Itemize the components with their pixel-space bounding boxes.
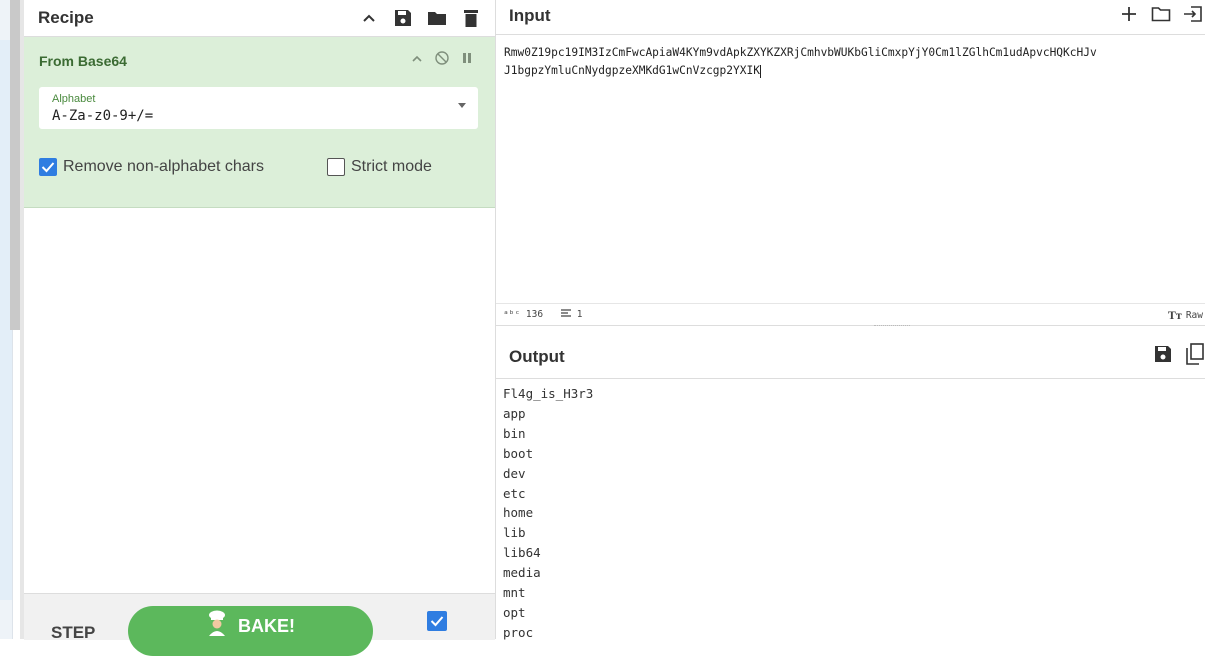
open-folder-icon[interactable] — [1151, 4, 1171, 24]
disable-icon[interactable] — [435, 51, 449, 70]
left-panel-edge — [0, 0, 20, 639]
char-count: ᵃᵇᶜ 136 — [503, 309, 544, 320]
output-header: Output — [496, 336, 1205, 379]
output-title: Output — [509, 347, 565, 366]
recipe-header: Recipe — [24, 0, 495, 37]
output-line: bin — [503, 425, 526, 441]
output-line: etc — [503, 485, 526, 501]
alphabet-label: Alphabet — [52, 93, 96, 105]
save-recipe-icon[interactable] — [393, 8, 413, 28]
chevron-up-icon[interactable] — [359, 8, 379, 28]
output-textarea[interactable]: Fl4g_is_H3r3 app bin boot dev etc home l… — [503, 384, 593, 643]
step-button[interactable]: STEP — [51, 623, 95, 643]
bake-bar: STEP BAKE! — [24, 593, 495, 656]
remove-non-alphabet-label: Remove non-alphabet chars — [63, 158, 265, 175]
operation-from-base64[interactable]: From Base64 Alphabet A-Za-z0-9+/= Remove… — [24, 37, 495, 208]
bake-label: BAKE! — [238, 616, 295, 636]
load-recipe-folder-icon[interactable] — [427, 8, 447, 28]
output-line: media — [503, 565, 541, 581]
recipe-panel: Recipe From Base64 Alphabet A-Za-z0-9+/=… — [24, 0, 496, 656]
format-label[interactable]: Raw — [1186, 310, 1203, 321]
sign-in-icon[interactable] — [1183, 4, 1203, 24]
auto-bake-checkbox[interactable] — [427, 611, 447, 631]
recipe-title: Recipe — [38, 8, 94, 27]
output-line: Fl4g_is_H3r3 — [503, 386, 594, 401]
clear-recipe-trash-icon[interactable] — [461, 8, 481, 28]
strict-mode-checkbox[interactable] — [327, 158, 345, 176]
input-textarea[interactable]: Rmw0Z19pc19IM3IzCmFwcApiaW4KYm9vdApkZXYK… — [504, 44, 1204, 80]
plus-icon[interactable] — [1119, 4, 1139, 24]
io-panel: Input Rmw0Z19pc19IM3IzCmFwcApiaW4KYm9vdA… — [496, 0, 1205, 640]
chef-icon — [209, 610, 225, 636]
input-line: J1bgpzYmluCnNydgpzeXMKdG1wCnVzcgp2YXIK — [504, 64, 761, 78]
copy-icon[interactable] — [1185, 343, 1205, 365]
output-line: dev — [503, 465, 526, 481]
output-line: lib — [503, 525, 526, 541]
input-title: Input — [509, 6, 551, 25]
output-line: lib64 — [503, 545, 541, 561]
resize-grip[interactable] — [874, 325, 910, 329]
input-status-bar: ᵃᵇᶜ 136 1 Tт Raw — [496, 303, 1205, 326]
input-header: Input — [496, 0, 1205, 35]
line-count: 1 — [561, 309, 583, 320]
operation-title: From Base64 — [39, 53, 127, 69]
output-line: opt — [503, 604, 526, 620]
remove-non-alphabet-option[interactable]: Remove non-alphabet chars — [39, 158, 264, 176]
chevron-up-icon[interactable] — [411, 51, 423, 70]
left-scrollbar[interactable] — [10, 0, 20, 330]
output-line: boot — [503, 445, 534, 461]
alphabet-select[interactable]: Alphabet A-Za-z0-9+/= — [39, 87, 478, 129]
output-line: app — [503, 405, 526, 421]
text-format-icon[interactable]: Tт — [1168, 308, 1182, 323]
io-divider[interactable] — [496, 325, 1205, 326]
output-line: proc — [503, 624, 534, 640]
bake-button[interactable]: BAKE! — [128, 606, 373, 656]
strict-mode-label: Strict mode — [351, 158, 432, 175]
alphabet-value: A-Za-z0-9+/= — [52, 108, 154, 124]
save-output-icon[interactable] — [1153, 344, 1173, 364]
input-line: Rmw0Z19pc19IM3IzCmFwcApiaW4KYm9vdApkZXYK… — [504, 46, 1097, 59]
pause-icon[interactable] — [461, 51, 473, 70]
lines-icon — [561, 309, 572, 317]
text-cursor — [759, 64, 761, 78]
output-line: mnt — [503, 585, 526, 601]
output-line: home — [503, 505, 534, 521]
strict-mode-option[interactable]: Strict mode — [327, 158, 432, 176]
dropdown-caret-icon[interactable] — [458, 103, 466, 108]
remove-non-alphabet-checkbox[interactable] — [39, 158, 57, 176]
